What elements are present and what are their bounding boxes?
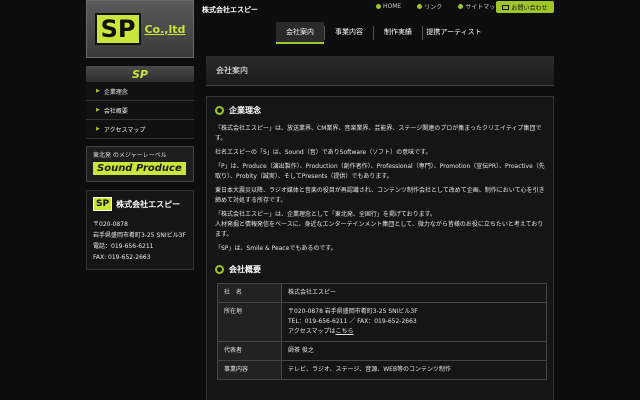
table-row: 所在地 〒020-0878 岩手県盛岡市肴町3-25 SNIビル3F TEL：0… xyxy=(217,302,547,342)
philosophy-paragraph: 「株式会社エスピー」は、放送業界、CM業界、音楽業界、芸能界、ステージ関連のプロ… xyxy=(215,125,542,142)
contact-button[interactable]: お問い合わせ xyxy=(496,1,554,13)
tel-fax-line: TEL：019-656-6211 ／ FAX：019-652-2663 xyxy=(288,318,417,325)
table-row: 代表者 師茶 俊之 xyxy=(217,341,547,361)
company-address: 岩手県盛岡市肴町3-25 SNIビル3F xyxy=(93,232,186,239)
table-value: 師茶 俊之 xyxy=(281,341,547,361)
mail-icon xyxy=(502,4,510,10)
table-row: 社 名 株式会社エスピー xyxy=(217,283,547,303)
arrow-right-icon: ▶ xyxy=(96,88,100,94)
sidebar-item-access[interactable]: ▶ アクセスマップ xyxy=(86,120,194,139)
brand-title: 株式会社エスピー xyxy=(202,6,258,14)
nav-works[interactable]: 制作実績 xyxy=(374,22,422,44)
nav-artists[interactable]: 提携アーティスト xyxy=(423,22,485,44)
table-label: 事業内容 xyxy=(217,360,282,380)
page-title: 会社案内 xyxy=(206,56,554,86)
banner-subtitle: 東北発 のメジャーレーベル xyxy=(93,152,167,159)
link-link[interactable]: リンク xyxy=(409,2,450,11)
company-fax: FAX: 019-652-2663 xyxy=(93,254,151,261)
home-link[interactable]: HOME xyxy=(368,2,409,11)
sound-produce-banner[interactable]: 東北発 のメジャーレーベル Sound Produce xyxy=(86,146,194,182)
arrow-right-icon: ▶ xyxy=(96,126,100,132)
company-logo: SP 株式会社エスピー xyxy=(93,197,187,211)
nav-company[interactable]: 会社案内 xyxy=(276,22,324,44)
arrow-right-icon: ▶ xyxy=(96,107,100,113)
banner-title: Sound Produce xyxy=(93,162,186,175)
top-links: HOME リンク サイトマップ xyxy=(368,2,509,11)
overview-table: 社 名 株式会社エスピー 所在地 〒020-0878 岩手県盛岡市肴町3-25 … xyxy=(217,283,547,380)
bullet-icon xyxy=(417,4,423,9)
main-content: 企業理念 「株式会社エスピー」は、放送業界、CM業界、音楽業界、芸能界、ステージ… xyxy=(206,96,554,400)
table-value: テレビ、ラジオ、ステージ、音源、WEB等のコンテンツ制作 xyxy=(281,360,547,380)
philosophy-paragraph: 社名エスピーの「S」は、Sound（音）でありSoftware（ソフト）の意味で… xyxy=(215,149,432,156)
philosophy-paragraph: 「株式会社エスピー」は、企業理念として「東北発、全国行」を掲げております。 xyxy=(215,211,437,218)
table-label: 代表者 xyxy=(217,341,282,361)
bullet-icon xyxy=(376,4,381,9)
philosophy-paragraph: 人材発掘と情報発信をベースに、身近なエンターテインメント集団として、微力ながら皆… xyxy=(215,221,544,238)
address-line: 〒020-0878 岩手県盛岡市肴町3-25 SNIビル3F xyxy=(288,308,418,315)
company-name: 株式会社エスピー xyxy=(116,199,181,209)
sidebar-item-philosophy[interactable]: ▶ 企業理念 xyxy=(86,82,194,101)
philosophy-paragraph: 東日本大震災以降、ラジオ媒体と音楽の役目が再認識され、コンテンツ制作会社として改… xyxy=(215,187,545,204)
table-value: 株式会社エスピー xyxy=(281,283,547,303)
logo-mark: SP xyxy=(94,13,142,45)
global-nav: 会社案内 事業内容 制作実績 提携アーティスト xyxy=(276,22,485,44)
company-info: SP 株式会社エスピー 〒020-0878 岩手県盛岡市肴町3-25 SNIビル… xyxy=(86,190,194,270)
circle-bullet-icon xyxy=(215,265,224,274)
table-label: 社 名 xyxy=(217,283,282,303)
circle-bullet-icon xyxy=(215,106,224,115)
table-value: 〒020-0878 岩手県盛岡市肴町3-25 SNIビル3F TEL：019-6… xyxy=(281,302,547,342)
sidebar-head: SP xyxy=(86,66,194,82)
table-row: 事業内容 テレビ、ラジオ、ステージ、音源、WEB等のコンテンツ制作 xyxy=(217,360,547,380)
company-postal: 〒020-0878 xyxy=(93,221,128,228)
site-logo[interactable]: SP Co.,ltd xyxy=(86,0,194,58)
overview-heading: 会社概要 xyxy=(215,264,545,275)
philosophy-heading: 企業理念 xyxy=(215,105,545,116)
table-label: 所在地 xyxy=(217,302,282,342)
access-line: アクセスマップはこちら xyxy=(288,328,354,335)
access-map-link[interactable]: こちら xyxy=(336,328,354,335)
philosophy-paragraph: 「P」は、Produce（演出製作）、Production（創作者作）、Prof… xyxy=(215,163,545,180)
company-tel: 電話：019-656-6211 xyxy=(93,243,154,250)
nav-business[interactable]: 事業内容 xyxy=(325,22,373,44)
company-mark: SP xyxy=(93,197,113,211)
sidebar-item-overview[interactable]: ▶ 会社概要 xyxy=(86,101,194,120)
logo-co: Co.,ltd xyxy=(144,22,186,36)
bullet-icon xyxy=(458,4,464,9)
philosophy-paragraph: 「SP」は、Smile & Peaceでもあるのです。 xyxy=(215,245,337,252)
sidebar: SP ▶ 企業理念 ▶ 会社概要 ▶ アクセスマップ 東北発 のメジャーレーベル So… xyxy=(86,66,194,270)
